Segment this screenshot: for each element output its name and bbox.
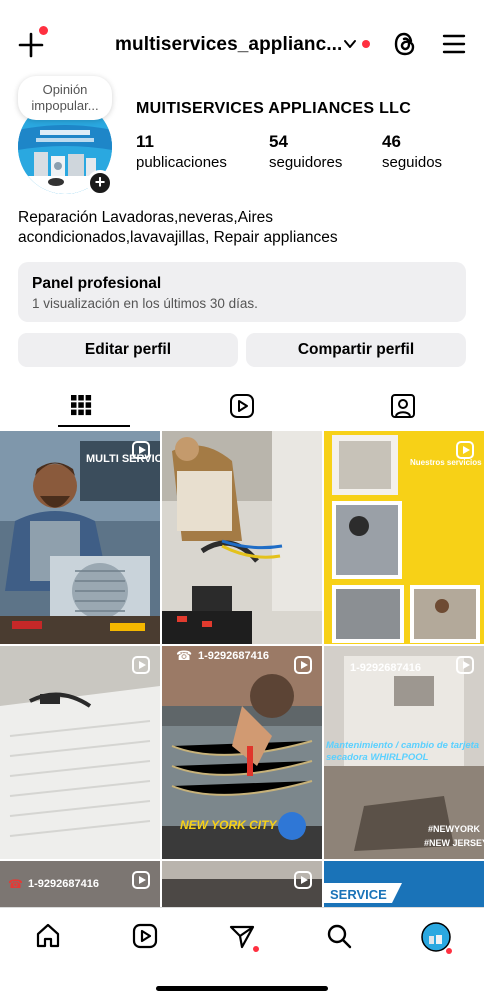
hamburger-menu-icon[interactable] [442,32,466,56]
post-overlay-phone: 1-9292687416 [350,662,421,674]
post-thumbnail[interactable]: SERVICE [324,861,484,907]
post-overlay-text: NEW YORK CITY [180,818,277,832]
home-indicator [156,986,328,991]
post-overlay-hashtag: #NEW JERSEY [424,838,484,848]
account-notification-dot [362,40,370,48]
professional-dashboard[interactable]: Panel profesional 1 visualización en los… [18,262,466,322]
note-bubble[interactable]: Opinión impopular... [18,76,112,120]
post-thumbnail[interactable]: ☎ 1-9292687416 [0,861,160,907]
username-switcher[interactable]: multiservices_applianc... [115,34,341,56]
reel-play-icon [294,656,312,674]
post-thumbnail[interactable] [162,431,322,644]
post-overlay-text: SERVICE [330,887,387,902]
panel-subtitle: 1 visualización en los últimos 30 días. [32,296,258,311]
reel-play-icon [132,656,150,674]
active-tab-indicator [58,425,130,427]
edit-profile-button[interactable]: Editar perfil [18,333,238,367]
post-thumbnail[interactable] [0,646,160,859]
direct-messages-icon[interactable] [228,922,259,952]
messages-notification-dot [253,946,259,952]
post-overlay-hashtag: #NEWYORK [428,824,481,834]
stat-posts[interactable]: 11 publicaciones [136,132,227,173]
reel-play-icon [456,441,474,459]
search-icon[interactable] [325,922,355,952]
add-story-plus-icon[interactable]: + [87,170,113,196]
stat-following-number: 46 [382,132,401,151]
profile-bio: Reparación Lavadoras,neveras,Aires acond… [18,209,338,246]
stat-following-label: seguidos [382,154,443,171]
post-overlay-phone: 1-9292687416 [28,878,99,890]
phone-icon: ☎ [8,877,23,891]
post-thumbnail[interactable]: Nuestros servicios [324,431,484,644]
threads-icon[interactable] [392,30,418,58]
reels-nav-icon[interactable] [131,922,161,952]
reel-play-icon [132,871,150,889]
stat-followers-number: 54 [269,132,288,151]
profile-avatar-icon[interactable] [421,922,452,954]
post-overlay-text: Mantenimiento / cambio de tarjeta secado… [326,740,480,763]
reel-play-icon [132,441,150,459]
reel-play-icon [456,656,474,674]
profile-notification-dot [446,948,452,954]
profile-display-name: MUITISERVICES APPLIANCES LLC [136,100,412,117]
reel-play-icon [294,871,312,889]
post-overlay-phone: 1-9292687416 [198,650,269,662]
home-icon[interactable] [34,922,64,952]
reels-icon[interactable] [228,392,256,420]
profile-tabs [0,386,484,428]
top-header: multiservices_applianc... [0,22,484,66]
post-thumbnail[interactable]: MULTI SERVICES [0,431,160,644]
stat-followers[interactable]: 54 seguidores [269,132,342,173]
notification-dot [39,26,48,35]
post-thumbnail[interactable]: ☎ 1-9292687416 NEW YORK CITY [162,646,322,859]
create-plus-icon[interactable] [16,26,48,60]
stat-followers-label: seguidores [269,154,343,171]
grid-icon[interactable] [68,392,96,420]
panel-title: Panel profesional [32,275,162,292]
stat-posts-number: 11 [136,132,154,151]
post-thumbnail[interactable] [162,861,322,907]
tagged-icon[interactable] [389,392,417,420]
stat-posts-label: publicaciones [136,154,227,171]
phone-icon: ☎ [176,648,193,663]
posts-grid: MULTI SERVICES [0,431,484,907]
share-profile-button[interactable]: Compartir perfil [246,333,466,367]
post-overlay-text: Nuestros servicios [410,458,482,467]
chevron-down-icon[interactable] [342,36,358,52]
post-thumbnail[interactable]: 1-9292687416 Mantenimiento / cambio de t… [324,646,484,859]
stat-following[interactable]: 46 seguidos [382,132,442,173]
